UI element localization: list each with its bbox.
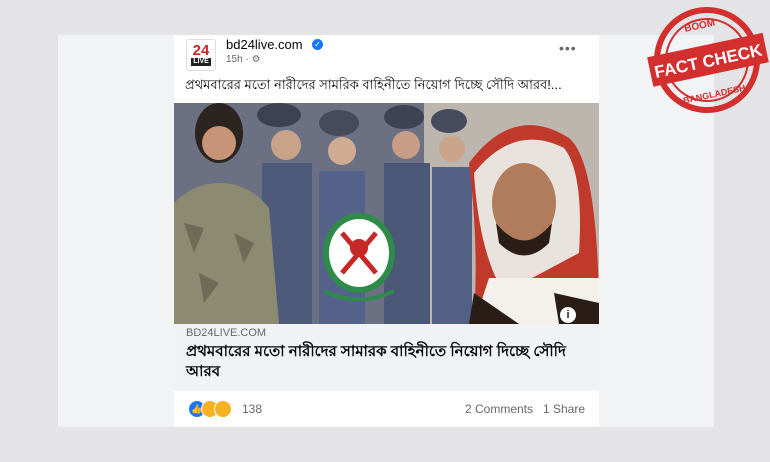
wow-icon (214, 400, 232, 418)
comments-count[interactable]: 2 Comments (465, 402, 533, 416)
post-image[interactable]: i (174, 103, 599, 324)
more-options-icon[interactable]: ••• (559, 40, 577, 56)
link-headline[interactable]: প্রথমবারের মতো নারীদের সামারক বাহিনীতে ন… (186, 342, 586, 382)
avatar-logo-number: 24 (192, 42, 210, 59)
info-icon[interactable]: i (560, 307, 576, 323)
link-domain: BD24LIVE.COM (186, 327, 267, 339)
stamp-top-text: BOOM (683, 18, 716, 35)
page-name[interactable]: bd24live.com (226, 37, 303, 52)
verified-icon: ✓ (312, 39, 323, 50)
globe-settings-icon: ⚙ (251, 54, 261, 65)
facebook-post: 24 LIVE bd24live.com ✓ 15h · ⚙ ••• প্রথম… (174, 35, 599, 427)
reaction-count[interactable]: 138 (242, 402, 262, 416)
post-image-illustration (174, 103, 599, 324)
shares-count[interactable]: 1 Share (543, 402, 585, 416)
post-time[interactable]: 15h (226, 54, 243, 65)
post-caption: প্রথমবারের মতো নারীদের সামরিক বাহিনীতে ন… (185, 77, 562, 92)
avatar-logo-text: LIVE (191, 58, 211, 66)
post-meta: 15h · ⚙ (226, 54, 261, 65)
link-preview[interactable]: BD24LIVE.COM প্রথমবারের মতো নারীদের সামা… (174, 324, 599, 391)
page-avatar[interactable]: 24 LIVE (186, 39, 216, 71)
fact-check-stamp: BOOM FACT CHECK BANGLADESH (647, 7, 769, 113)
